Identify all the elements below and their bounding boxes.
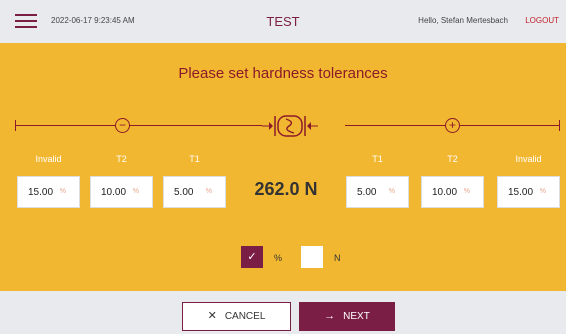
next-button[interactable]: → NEXT [299,302,395,331]
left-scale-line [15,125,262,126]
checkmark-icon: ✓ [247,251,257,263]
label-t2-lower: T2 [116,154,127,164]
target-force-value: 262.0 N [254,179,318,199]
invalid-upper-value: 15.00 [508,187,534,198]
arrow-right-icon: → [324,310,336,322]
logout-link[interactable]: LOGOUT [525,16,559,25]
t1-lower-input[interactable]: 5.00 % [163,176,226,208]
newton-label: N [334,253,341,263]
invalid-lower-input[interactable]: 15.00 % [17,176,80,208]
t2-upper-input[interactable]: 10.00 % [421,176,484,208]
next-label: NEXT [343,311,370,322]
left-scale-tick [15,120,16,131]
invalid-lower-unit: % [59,188,66,195]
label-t1-lower: T1 [189,154,200,164]
label-t1-upper: T1 [372,154,383,164]
t2-lower-unit: % [132,188,139,195]
tolerance-heading: Please set hardness tolerances [178,65,388,82]
right-scale-tick [559,120,560,131]
t1-lower-unit: % [205,188,212,195]
percent-label: % [274,253,283,263]
cancel-label: CANCEL [224,311,266,322]
plus-circle-icon: + [445,118,460,133]
t2-lower-value: 10.00 [101,187,127,198]
label-invalid-upper: Invalid [515,154,542,164]
t1-upper-input[interactable]: 5.00 % [346,176,409,208]
cancel-button[interactable]: ✕ CANCEL [182,302,291,331]
user-greeting: Hello, Stefan Mertesbach [418,16,508,25]
t2-upper-value: 10.00 [432,187,458,198]
close-icon: ✕ [207,310,217,322]
newton-checkbox[interactable] [301,246,323,268]
invalid-upper-unit: % [539,188,546,195]
invalid-upper-input[interactable]: 15.00 % [497,176,560,208]
label-t2-upper: T2 [447,154,458,164]
label-invalid-lower: Invalid [35,154,62,164]
header-bar: 2022-06-17 9:23:45 AM TEST Hello, Stefan… [0,0,566,43]
t1-upper-value: 5.00 [357,187,377,198]
percent-checkbox[interactable]: ✓ [241,246,263,268]
invalid-lower-value: 15.00 [28,187,54,198]
t2-lower-input[interactable]: 10.00 % [90,176,153,208]
spring-hardness-icon [262,115,318,137]
minus-circle-icon: − [115,118,130,133]
footer-bar: ✕ CANCEL → NEXT [0,291,566,334]
t2-upper-unit: % [463,188,470,195]
tolerance-panel: Please set hardness tolerances − + Inval… [0,43,566,291]
t1-lower-value: 5.00 [174,187,194,198]
t1-upper-unit: % [388,188,395,195]
